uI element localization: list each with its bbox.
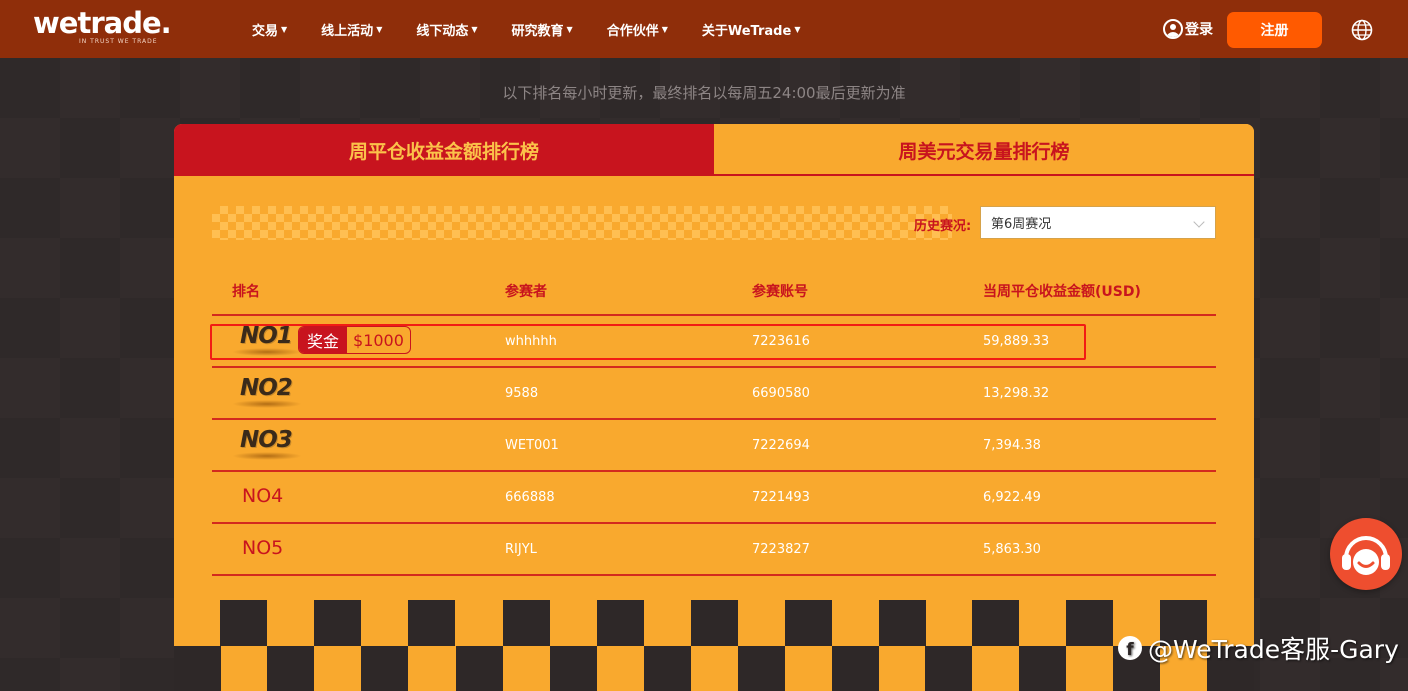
account-number: 7223827	[752, 542, 810, 557]
caret-down-icon: ▼	[281, 24, 288, 34]
rank-badge-silver: NO2	[232, 374, 302, 410]
profit-amount: 59,889.33	[983, 334, 1050, 349]
col-header-amount: 当周平仓收益金额(USD)	[983, 284, 1141, 300]
user-icon	[1163, 19, 1183, 39]
account-number: 7222694	[752, 438, 810, 453]
profit-amount: 7,394.38	[983, 438, 1041, 453]
rank-text: NO4	[242, 485, 284, 507]
history-label: 历史赛况:	[914, 219, 972, 234]
account-number: 6690580	[752, 386, 810, 401]
tab-underline	[714, 174, 1254, 176]
rank-text: NO2	[240, 375, 293, 401]
customer-support-button[interactable]	[1330, 518, 1402, 590]
nav-label: 线下动态	[416, 23, 469, 39]
prize-badge: 奖金 $1000	[298, 326, 411, 354]
profit-amount: 6,922.49	[983, 490, 1041, 505]
logo-text: wetrade.	[33, 6, 172, 40]
login-link[interactable]: 登录	[1163, 19, 1213, 39]
history-week-select[interactable]: 第6周赛况	[980, 206, 1216, 239]
caret-down-icon: ▼	[376, 24, 383, 34]
col-header-player: 参赛者	[505, 284, 547, 300]
chevron-down-icon	[1193, 216, 1205, 228]
wetrade-logo[interactable]: wetrade. IN TRUST WE TRADE	[33, 8, 173, 48]
player-name: RIJYL	[505, 542, 537, 557]
history-selected-value: 第6周赛况	[991, 217, 1052, 232]
prize-value: $1000	[353, 330, 404, 350]
rank-badge-gold: NO1	[232, 322, 302, 358]
rank-text: NO3	[240, 427, 293, 453]
table-row: NO2 9588 6690580 13,298.32	[212, 366, 1216, 418]
caret-down-icon: ▼	[661, 24, 668, 34]
nav-item-research[interactable]: 研究教育 ▼	[512, 20, 573, 39]
player-name: whhhhh	[505, 334, 557, 349]
table-bottom-border	[212, 574, 1216, 576]
caret-down-icon: ▼	[471, 24, 478, 34]
nav-label: 研究教育	[511, 23, 564, 39]
rank-text: NO1	[240, 323, 293, 349]
login-label: 登录	[1185, 22, 1213, 38]
nav-label: 合作伙伴	[606, 23, 659, 39]
checker-strip	[212, 206, 952, 240]
account-number: 7221493	[752, 490, 810, 505]
player-name: 9588	[505, 386, 539, 401]
nav-label: 线上活动	[321, 23, 374, 39]
globe-icon[interactable]	[1351, 19, 1373, 41]
headset-icon	[1342, 536, 1390, 575]
nav-label: 交易	[252, 23, 279, 39]
profit-amount: 13,298.32	[983, 386, 1050, 401]
table-row: NO4 666888 7221493 6,922.49	[212, 470, 1216, 522]
player-name: 666888	[505, 490, 555, 505]
col-header-rank: 排名	[232, 284, 260, 300]
table-row: NO3 WET001 7222694 7,394.38	[212, 418, 1216, 470]
checker-flag-decoration	[174, 600, 1254, 691]
prize-label: 奖金	[299, 327, 348, 353]
nav-item-partners[interactable]: 合作伙伴 ▼	[607, 20, 668, 39]
watermark: f @WeTrade客服-Gary	[1118, 630, 1399, 666]
table-row: NO1 奖金 $1000 whhhhh 7223616 59,889.33	[212, 314, 1216, 366]
nav-item-online-events[interactable]: 线上活动 ▼	[321, 20, 382, 39]
update-notice: 以下排名每小时更新，最终排名以每周五24:00最后更新为准	[502, 84, 906, 102]
table-row: NO5 RIJYL 7223827 5,863.30	[212, 522, 1216, 574]
top-navbar: wetrade. IN TRUST WE TRADE 交易 ▼ 线上活动 ▼ 线…	[0, 0, 1408, 58]
caret-down-icon: ▼	[794, 24, 801, 34]
nav-label: 关于WeTrade	[701, 23, 792, 39]
register-button[interactable]: 注册	[1227, 12, 1322, 48]
leaderboard-panel: 周平仓收益金额排行榜 周美元交易量排行榜 历史赛况: 第6周赛况 排名 参赛者 …	[174, 124, 1254, 646]
main-nav: 交易 ▼ 线上活动 ▼ 线下动态 ▼ 研究教育 ▼ 合作伙伴 ▼ 关于WeTra…	[252, 0, 834, 58]
watermark-text: @WeTrade客服-Gary	[1148, 635, 1399, 664]
rank-badge-bronze: NO3	[232, 426, 302, 462]
col-header-account: 参赛账号	[752, 284, 808, 300]
caret-down-icon: ▼	[566, 24, 573, 34]
nav-item-about[interactable]: 关于WeTrade ▼	[702, 20, 801, 39]
rank-text: NO5	[242, 537, 284, 559]
leaderboard-tabs: 周平仓收益金额排行榜 周美元交易量排行榜	[174, 124, 1254, 176]
profit-amount: 5,863.30	[983, 542, 1041, 557]
nav-item-offline-news[interactable]: 线下动态 ▼	[416, 20, 477, 39]
nav-item-trading[interactable]: 交易 ▼	[252, 20, 287, 39]
facebook-icon: f	[1118, 636, 1142, 660]
tab-weekly-profit[interactable]: 周平仓收益金额排行榜	[174, 124, 714, 176]
account-number: 7223616	[752, 334, 810, 349]
player-name: WET001	[505, 438, 559, 453]
tab-weekly-volume[interactable]: 周美元交易量排行榜	[714, 124, 1254, 176]
